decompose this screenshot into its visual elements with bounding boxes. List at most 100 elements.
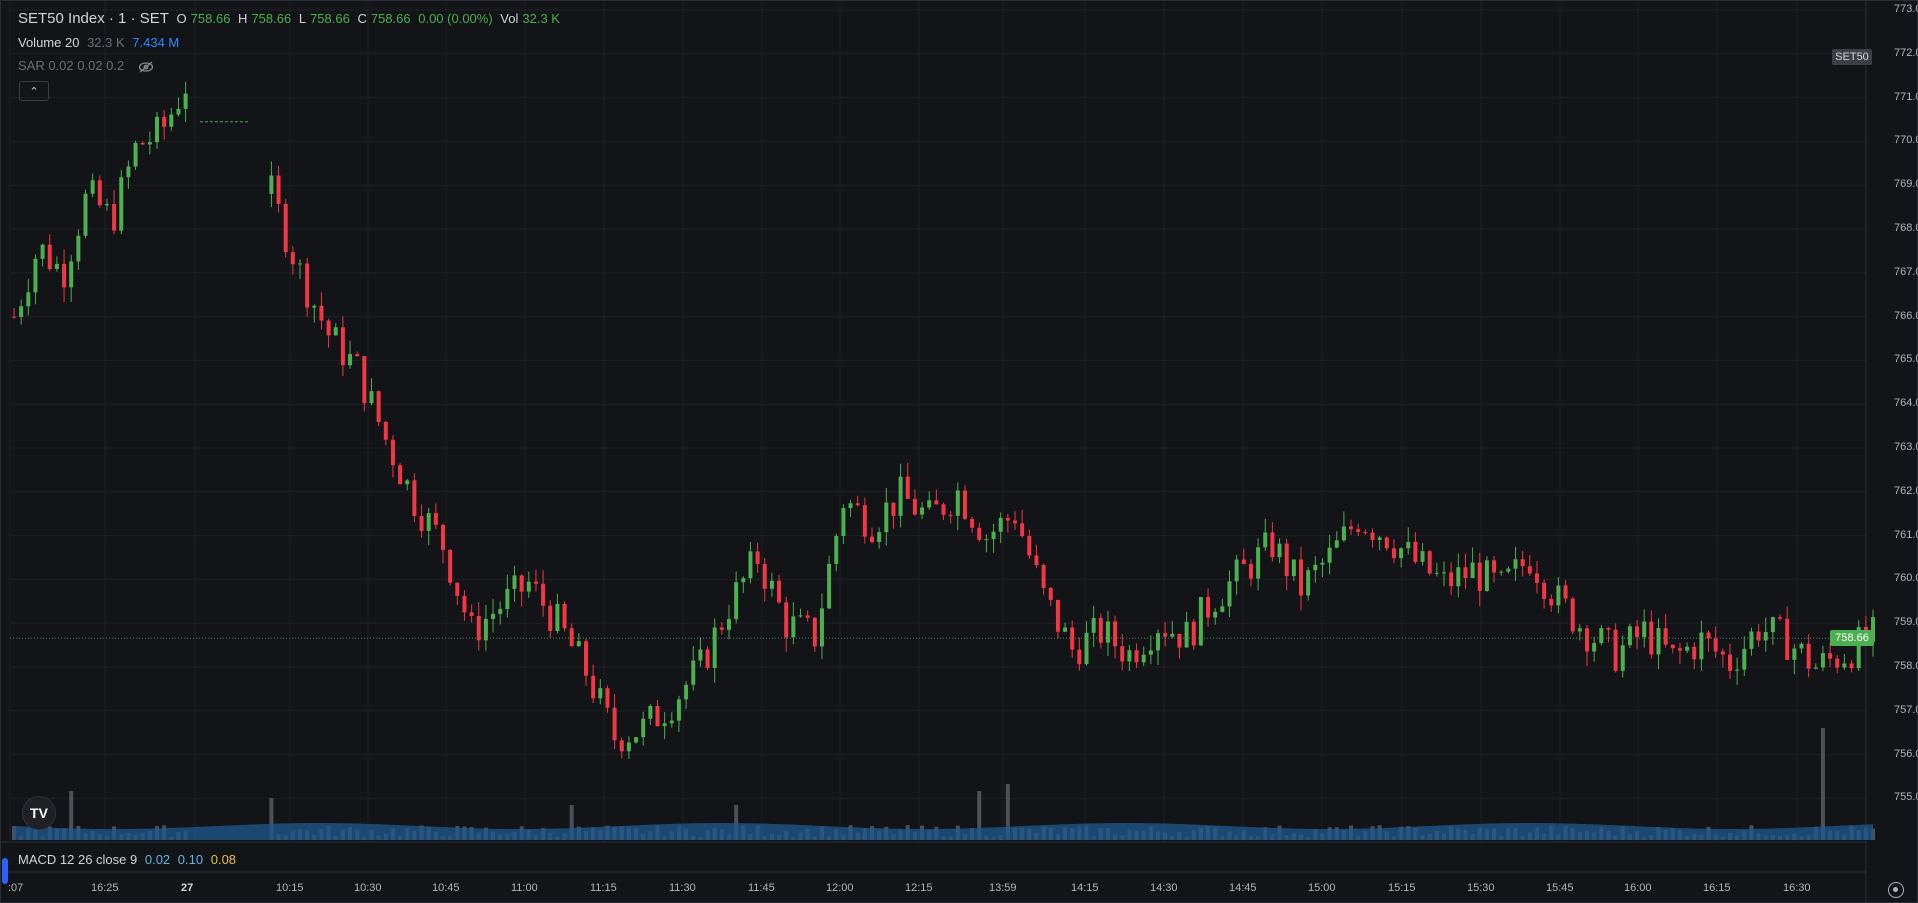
candle-body [1191, 621, 1196, 646]
candle-body [1234, 559, 1239, 582]
candle-body [33, 258, 38, 293]
candle-body [398, 465, 403, 485]
candle-body [90, 180, 95, 194]
candle-body [1820, 653, 1825, 668]
candle-body [183, 93, 188, 109]
candle-body [1549, 598, 1554, 606]
candle-body [1170, 633, 1175, 637]
candle-body [376, 391, 381, 422]
candle-body [483, 618, 488, 641]
candle-body [1105, 621, 1110, 643]
collapse-legend-button[interactable]: ⌃ [19, 81, 49, 101]
candle-body [626, 742, 631, 752]
candle-body [1048, 587, 1053, 600]
candle-body [1520, 559, 1525, 567]
candle-body [727, 619, 731, 630]
candle-body [805, 615, 810, 618]
candle-body [1599, 628, 1604, 644]
candle-body [1756, 631, 1761, 641]
pane-resize-handle[interactable] [2, 858, 8, 884]
candle-body [512, 575, 517, 589]
candle-body [519, 575, 524, 592]
candle-body [19, 306, 24, 317]
candle-body [1563, 585, 1568, 599]
candle-body [1384, 537, 1389, 549]
candle-body [812, 617, 817, 647]
volume-legend[interactable]: Volume 20 32.3 K 7.434 M [18, 35, 183, 50]
candle-body [927, 500, 932, 508]
tradingview-logo-icon[interactable]: TV [22, 796, 56, 830]
candle-body [569, 628, 574, 647]
candle-body [841, 508, 846, 536]
candle-body [1291, 559, 1296, 577]
candle-body [533, 581, 538, 584]
candle-body [1334, 540, 1339, 548]
candle-body [1570, 598, 1575, 632]
time-tick-label: 15:45 [1546, 882, 1574, 894]
eye-off-icon[interactable] [138, 61, 154, 73]
candle-body [147, 142, 152, 145]
sar-legend[interactable]: SAR 0.02 0.02 0.2 [18, 58, 154, 73]
candle-body [719, 627, 724, 630]
candle-body [1456, 567, 1461, 587]
candle-body [1627, 626, 1632, 646]
candle-body [1792, 648, 1797, 660]
candle-body [1098, 617, 1103, 643]
candle-body [1713, 638, 1718, 652]
candle-body [1749, 631, 1754, 649]
high-key: H [238, 11, 248, 26]
candle-body [133, 142, 138, 167]
candle-body [383, 421, 388, 440]
change-value: 0.00 (0.00%) [418, 11, 493, 26]
candle-body [433, 513, 438, 525]
candle-body [619, 740, 624, 752]
candle-body [405, 480, 410, 485]
candle-body [798, 615, 803, 617]
macd-value-2: 0.10 [177, 852, 204, 867]
candle-body [1663, 628, 1668, 645]
candle-body [1377, 537, 1382, 540]
price-tick-label: 767.00 [1894, 265, 1918, 278]
candle-body [1005, 517, 1010, 521]
candle-body [1720, 651, 1725, 655]
candle-body [498, 609, 503, 614]
candle-body [827, 563, 832, 609]
candle-body [1735, 669, 1740, 671]
price-tick-label: 756.00 [1894, 747, 1918, 760]
candle-body [1356, 529, 1361, 532]
gear-icon[interactable] [1888, 882, 1904, 898]
price-tick-label: 763.00 [1894, 441, 1918, 453]
main-series-legend: SET50 Index · 1 · SET O 758.66 H 758.66 L7… [18, 10, 564, 27]
candle-body [1220, 606, 1225, 612]
candle-body [12, 316, 16, 318]
candle-body [1263, 532, 1268, 548]
macd-legend[interactable]: MACD 12 26 close 9 0.02 0.10 0.08 [18, 852, 240, 867]
candle-body [848, 503, 853, 509]
chart-plot[interactable] [0, 0, 1918, 903]
candle-body [1248, 564, 1253, 579]
candle-body [1041, 565, 1046, 588]
candle-body [541, 583, 546, 606]
candle-body [1527, 566, 1532, 574]
candle-body [1685, 646, 1690, 651]
candle-body [491, 613, 496, 619]
price-tick-label: 769.00 [1894, 178, 1918, 191]
sar-label: SAR 0.02 0.02 0.2 [18, 58, 125, 73]
time-tick-label: 12:00 [826, 882, 854, 894]
time-tick-label: 14:45 [1229, 882, 1257, 894]
candle-body [340, 327, 345, 366]
candle-body [69, 261, 74, 288]
candle-body [1391, 548, 1396, 559]
volume-ma-value: 7.434 M [132, 35, 180, 50]
candle-body [734, 582, 739, 620]
candle-body [290, 252, 295, 265]
candle-body [1084, 632, 1089, 665]
candle-body [1148, 650, 1153, 655]
high-value: 758.66 [251, 11, 292, 26]
candle-body [1091, 617, 1096, 633]
candle-body [1556, 585, 1561, 606]
chevron-up-icon: ⌃ [29, 85, 39, 98]
candle-body [955, 490, 960, 516]
candle-body [1077, 649, 1082, 665]
symbol-title[interactable]: SET50 Index · 1 · SET [18, 10, 169, 27]
